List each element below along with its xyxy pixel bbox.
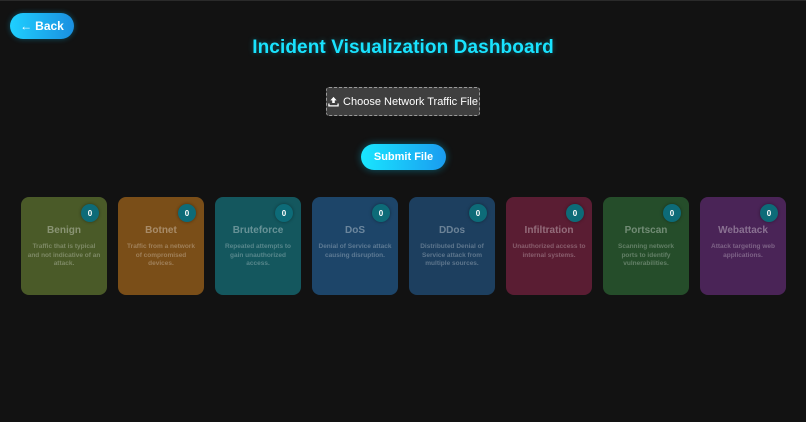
card-description: Traffic from a network of compromised de… bbox=[127, 243, 195, 267]
back-arrow-icon: ← bbox=[20, 19, 33, 33]
card-title: Benign bbox=[47, 225, 81, 236]
incident-card-webattack[interactable]: 0 Webattack Attack targeting web applicati… bbox=[700, 197, 786, 295]
card-title: DDos bbox=[438, 225, 466, 236]
incident-card-dos[interactable]: 0 DoS Denial of Service attack causing dis… bbox=[312, 197, 398, 295]
count-badge: 0 bbox=[663, 204, 681, 222]
page-title: Incident Visualization Dashboard bbox=[252, 37, 554, 58]
count-badge: 0 bbox=[469, 204, 487, 222]
incident-card-portscan[interactable]: 0 Portscan Scanning network ports to ident… bbox=[603, 197, 689, 295]
back-button-label: Back bbox=[35, 19, 64, 33]
incident-card-benign[interactable]: 0 Benign Traffic that is typical and not i… bbox=[21, 197, 107, 295]
count-badge: 0 bbox=[275, 204, 293, 222]
card-description: Distributed Denial of Service attack fro… bbox=[420, 243, 484, 267]
count-badge: 0 bbox=[372, 204, 390, 222]
card-description: Repeated attempts to gain unauthorized a… bbox=[224, 243, 292, 267]
incident-card-botnet[interactable]: 0 Botnet Traffic from a network of comprom… bbox=[118, 197, 204, 295]
choose-file-label: Choose Network Traffic File bbox=[343, 95, 478, 108]
incident-card-bruteforce[interactable]: 0 Bruteforce Repeated attempts to gain una… bbox=[215, 197, 301, 295]
incident-card-infiltration[interactable]: 0 Infiltration Unauthorized access to inte… bbox=[506, 197, 592, 295]
count-badge: 0 bbox=[566, 204, 584, 222]
card-description: Traffic that is typical and not indicati… bbox=[27, 243, 101, 267]
count-badge: 0 bbox=[178, 204, 196, 222]
count-badge: 0 bbox=[760, 204, 778, 222]
card-description: Unauthorized access to internal systems. bbox=[512, 243, 586, 259]
choose-file-button[interactable]: Choose Network Traffic File bbox=[326, 87, 480, 116]
card-title: Portscan bbox=[624, 225, 668, 236]
count-badge: 0 bbox=[81, 204, 99, 222]
card-title: Bruteforce bbox=[232, 225, 284, 236]
card-description: Scanning network ports to identify vulne… bbox=[618, 243, 674, 267]
incident-cards: 0 Benign Traffic that is typical and not i… bbox=[21, 197, 786, 295]
card-description: Denial of Service attack causing disrupt… bbox=[318, 243, 392, 259]
card-title: Infiltration bbox=[524, 225, 574, 236]
back-button[interactable]: ← Back bbox=[10, 13, 74, 39]
incident-card-ddos[interactable]: 0 DDos Distributed Denial of Service attac… bbox=[409, 197, 495, 295]
card-title: Webattack bbox=[718, 225, 768, 236]
dashboard-page: ← Back Incident Visualization Dashboard … bbox=[0, 0, 806, 422]
submit-file-button[interactable]: Submit File bbox=[361, 144, 446, 170]
upload-icon bbox=[328, 96, 339, 107]
card-description: Attack targeting web applications. bbox=[711, 243, 775, 259]
card-title: Botnet bbox=[145, 225, 177, 236]
card-title: DoS bbox=[345, 225, 365, 236]
